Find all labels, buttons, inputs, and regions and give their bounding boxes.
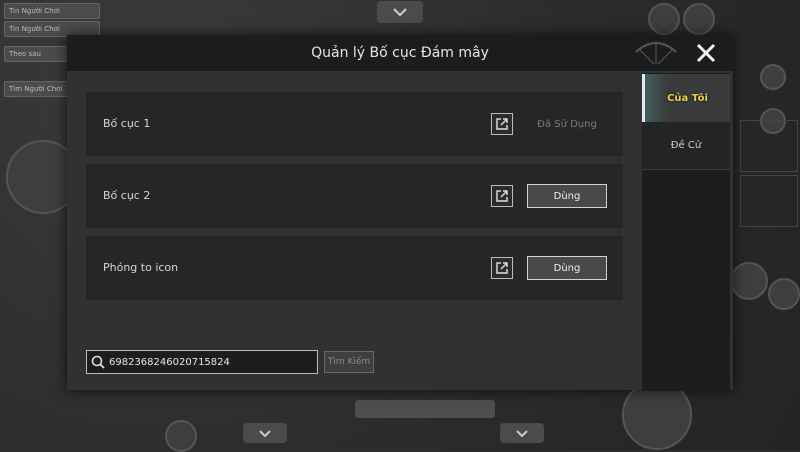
bg-player-tag: Tin Người Chơi	[4, 3, 100, 19]
parachute-icon	[635, 42, 677, 65]
bg-player-tag: Tìm Người Chơi	[4, 81, 70, 97]
bg-crouch-icon	[730, 262, 768, 300]
layout-name: Phóng to icon	[103, 261, 179, 274]
side-tabs: Của Tôi Đề Cử	[642, 73, 730, 391]
layout-row: Bố cục 1 Đã Sử Dụng	[86, 92, 623, 156]
tab-recommended[interactable]: Đề Cử	[642, 122, 730, 170]
bg-chevron-down-icon	[243, 423, 287, 443]
search-icon	[91, 355, 105, 369]
use-button[interactable]: Dùng	[527, 184, 607, 208]
layout-name: Bố cục 2	[103, 189, 151, 202]
bg-ammo-bar	[355, 400, 495, 418]
bg-chevron-down-icon	[500, 423, 544, 443]
search-input[interactable]	[109, 356, 309, 368]
bg-chevron-down-icon	[377, 1, 423, 23]
external-link-icon	[496, 190, 508, 202]
bg-prone-icon	[768, 278, 800, 310]
layout-row: Bố cục 2 Dùng	[86, 164, 623, 228]
use-button[interactable]: Dùng	[527, 256, 607, 280]
bg-map-grid	[740, 120, 798, 172]
tab-label: Của Tôi	[667, 92, 708, 104]
share-button[interactable]	[491, 185, 513, 207]
layout-list: Bố cục 1 Đã Sử Dụng Bố cục 2 Dùng Phóng …	[86, 92, 623, 308]
external-link-icon	[496, 262, 508, 274]
bg-run-icon	[648, 3, 680, 35]
bg-chat-icon	[760, 64, 786, 90]
share-button[interactable]	[491, 113, 513, 135]
share-button[interactable]	[491, 257, 513, 279]
bg-map-grid	[740, 175, 798, 227]
modal-header: Quản lý Bố cục Đám mây	[67, 35, 733, 71]
close-icon	[696, 43, 716, 63]
bg-heal-icon	[165, 420, 197, 452]
external-link-icon	[496, 118, 508, 130]
bg-follow-tag: Theo sau	[4, 46, 70, 62]
search-button[interactable]: Tìm Kiếm	[324, 351, 374, 373]
tab-mine[interactable]: Của Tôi	[642, 74, 730, 122]
cloud-layout-modal: Quản lý Bố cục Đám mây Bố cục 1 Đã Sử Dụ…	[67, 35, 733, 390]
bg-mic-icon	[683, 3, 715, 35]
layout-name: Bố cục 1	[103, 117, 151, 130]
in-use-label: Đã Sử Dụng	[537, 118, 597, 130]
close-button[interactable]	[693, 40, 719, 66]
layout-row: Phóng to icon Dùng	[86, 236, 623, 300]
search-box[interactable]	[86, 350, 318, 374]
tab-label: Đề Cử	[670, 140, 702, 151]
